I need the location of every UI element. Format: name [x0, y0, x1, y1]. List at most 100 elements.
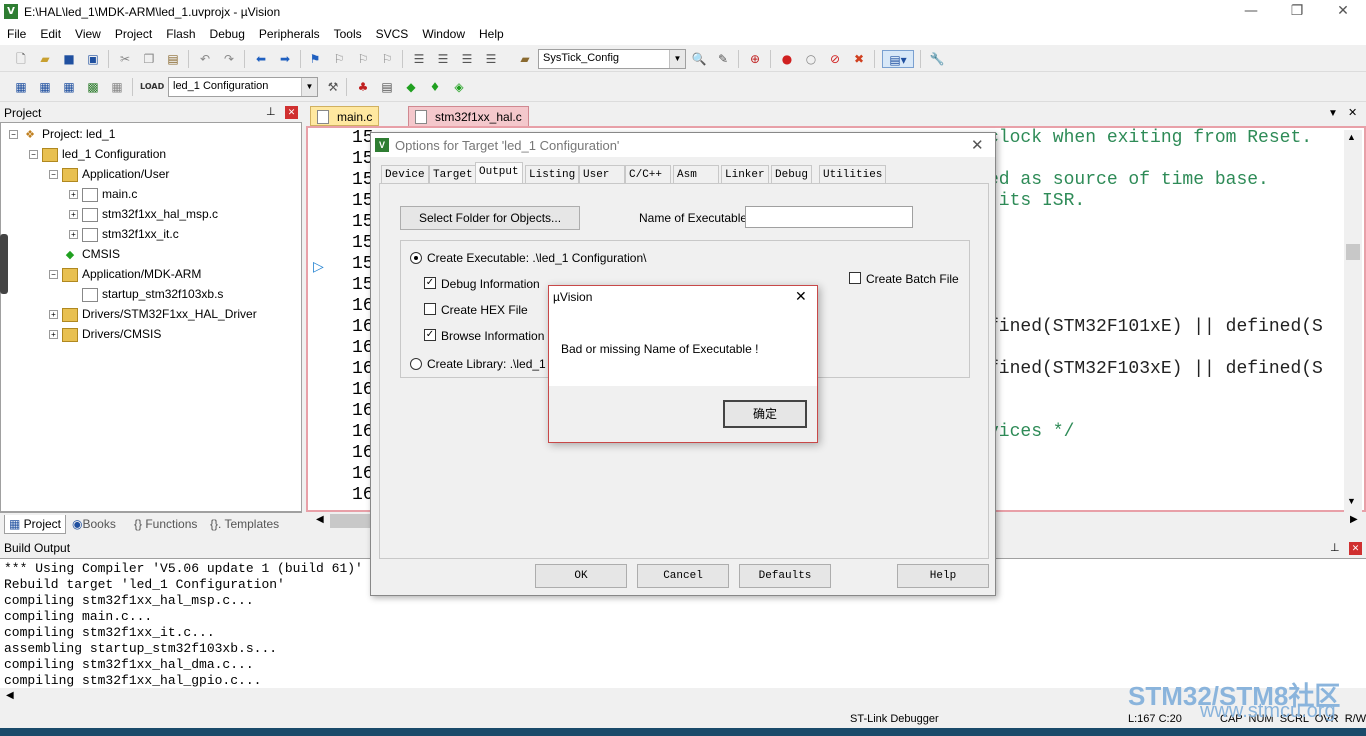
tab-c-cpp[interactable]: C/C++	[625, 165, 671, 183]
scroll-down-icon[interactable]: ▼	[1347, 496, 1356, 506]
file-extensions-icon[interactable]: ▤	[378, 78, 396, 96]
tree-item-project[interactable]: − ❖ Project: led_1	[9, 125, 115, 143]
kill-breakpoints-icon[interactable]: ✖	[850, 50, 868, 68]
batch-build-icon[interactable]: ▩	[84, 78, 102, 96]
message-ok-button[interactable]: 确定	[723, 400, 807, 428]
find-in-files-icon[interactable]: ▰	[516, 50, 534, 68]
menu-debug[interactable]: Debug	[203, 24, 252, 45]
menu-tools[interactable]: Tools	[327, 24, 369, 45]
tab-linker[interactable]: Linker	[721, 165, 769, 183]
cancel-button[interactable]: Cancel	[637, 564, 729, 588]
manage-components-icon[interactable]: ♣	[354, 78, 372, 96]
next-bookmark-icon[interactable]: ⚐	[354, 50, 372, 68]
tree-item-application-mdk[interactable]: − Application/MDK-ARM	[49, 265, 201, 283]
target-combo[interactable]: led_1 Configuration ▼	[168, 77, 318, 97]
paste-icon[interactable]: ▤	[164, 50, 182, 68]
breakpoint-icon[interactable]: ●	[778, 50, 796, 68]
tree-item-drivers-cmsis[interactable]: + Drivers/CMSIS	[49, 325, 161, 343]
tree-item-it-c[interactable]: + stm32f1xx_it.c	[69, 225, 179, 243]
pin-icon[interactable]: ⊥	[266, 105, 276, 118]
tree-item-startup[interactable]: startup_stm32f103xb.s	[82, 285, 223, 303]
save-icon[interactable]: ■	[60, 50, 78, 68]
clear-bookmarks-icon[interactable]: ⚐	[378, 50, 396, 68]
tab-utilities[interactable]: Utilities	[819, 165, 887, 183]
debug-information-checkbox[interactable]: ✓	[424, 277, 436, 289]
rebuild-icon[interactable]: ▦	[60, 78, 78, 96]
tab-functions[interactable]: {} Functions	[130, 515, 201, 534]
tree-item-main-c[interactable]: + main.c	[69, 185, 137, 203]
scroll-up-icon[interactable]: ▲	[1347, 132, 1356, 142]
defaults-button[interactable]: Defaults	[739, 564, 831, 588]
incremental-find-icon[interactable]: ✎	[714, 50, 732, 68]
debug-session-icon[interactable]: ⊕	[746, 50, 764, 68]
scroll-left-icon[interactable]: ◀	[6, 690, 14, 701]
tab-listing[interactable]: Listing	[525, 165, 580, 183]
indent-icon[interactable]: ☰	[410, 50, 428, 68]
comment-icon[interactable]: ☰	[458, 50, 476, 68]
open-file-icon[interactable]: ▰	[36, 50, 54, 68]
name-of-executable-input[interactable]	[745, 206, 913, 228]
bookmark-icon[interactable]: ⚑	[306, 50, 324, 68]
message-close-button[interactable]: ✕	[795, 288, 807, 305]
browse-information-checkbox[interactable]: ✓	[424, 329, 436, 341]
tree-item-target[interactable]: − led_1 Configuration	[29, 145, 166, 163]
tab-stm32f1xx-hal-c[interactable]: stm32f1xx_hal.c	[408, 106, 529, 126]
minimize-button[interactable]: —	[1228, 0, 1274, 24]
stop-build-icon[interactable]: ▦	[108, 78, 126, 96]
tab-project[interactable]: ▦ Project	[4, 515, 67, 534]
close-button[interactable]: ✕	[1320, 0, 1366, 24]
disable-all-breakpoints-icon[interactable]: ⊘	[826, 50, 844, 68]
disable-breakpoint-icon[interactable]: ○	[802, 50, 820, 68]
menu-project[interactable]: Project	[108, 24, 159, 45]
tree-item-cmsis[interactable]: ◆ CMSIS	[62, 245, 120, 263]
translate-icon[interactable]: ▦	[12, 78, 30, 96]
pin-icon[interactable]: ⊥	[1330, 541, 1340, 554]
tab-device[interactable]: Device	[381, 165, 429, 183]
menu-window[interactable]: Window	[415, 24, 472, 45]
undo-icon[interactable]: ↶	[196, 50, 214, 68]
tab-output[interactable]: Output	[475, 162, 523, 184]
tab-target[interactable]: Target	[429, 165, 477, 183]
menu-peripherals[interactable]: Peripherals	[252, 24, 327, 45]
close-editor-icon[interactable]: ✕	[1348, 106, 1362, 120]
tab-debug[interactable]: Debug	[771, 165, 813, 183]
nav-forward-icon[interactable]: ➡	[276, 50, 294, 68]
options-close-button[interactable]: ✕	[971, 136, 984, 154]
create-library-radio[interactable]	[410, 358, 422, 370]
tab-main-c[interactable]: main.c	[310, 106, 380, 126]
scroll-right-icon[interactable]: ▶	[1350, 514, 1358, 525]
create-executable-radio[interactable]	[410, 252, 422, 264]
configure-icon[interactable]: 🔧	[928, 50, 946, 68]
scroll-left-icon[interactable]: ◀	[316, 514, 324, 525]
nav-back-icon[interactable]: ⬅	[252, 50, 270, 68]
tree-item-hal-msp[interactable]: + stm32f1xx_hal_msp.c	[69, 205, 218, 223]
side-handle[interactable]	[0, 234, 8, 294]
tree-item-drivers-hal[interactable]: + Drivers/STM32F1xx_HAL_Driver	[49, 305, 257, 323]
run-time-environment-icon[interactable]: ◈	[450, 78, 468, 96]
new-file-icon[interactable]: 🗋	[12, 50, 30, 68]
ok-button[interactable]: OK	[535, 564, 627, 588]
menu-svcs[interactable]: SVCS	[369, 24, 416, 45]
find-icon[interactable]: 🔍	[690, 50, 708, 68]
prev-bookmark-icon[interactable]: ⚐	[330, 50, 348, 68]
editor-vscrollbar[interactable]: ▲ ▼	[1344, 130, 1362, 512]
tab-books[interactable]: ◉Books	[68, 515, 120, 534]
select-software-packs-icon[interactable]: ♦	[426, 78, 444, 96]
tab-list-chevron-icon[interactable]: ▼	[1328, 108, 1338, 119]
scroll-thumb[interactable]	[1346, 244, 1360, 260]
close-pane-icon[interactable]: ✕	[285, 106, 298, 119]
download-icon[interactable]: LOAD	[140, 78, 164, 96]
unindent-icon[interactable]: ☰	[434, 50, 452, 68]
save-all-icon[interactable]: ▣	[84, 50, 102, 68]
pack-installer-icon[interactable]: ◆	[402, 78, 420, 96]
tab-asm[interactable]: Asm	[673, 165, 719, 183]
copy-icon[interactable]: ❐	[140, 50, 158, 68]
menu-flash[interactable]: Flash	[159, 24, 202, 45]
tab-templates[interactable]: {}. Templates	[206, 515, 283, 534]
target-options-icon[interactable]: ⚒	[324, 78, 342, 96]
close-pane-icon[interactable]: ✕	[1349, 542, 1362, 555]
uncomment-icon[interactable]: ☰	[482, 50, 500, 68]
create-batch-file-checkbox[interactable]	[849, 272, 861, 284]
cut-icon[interactable]: ✂	[116, 50, 134, 68]
menu-edit[interactable]: Edit	[33, 24, 68, 45]
